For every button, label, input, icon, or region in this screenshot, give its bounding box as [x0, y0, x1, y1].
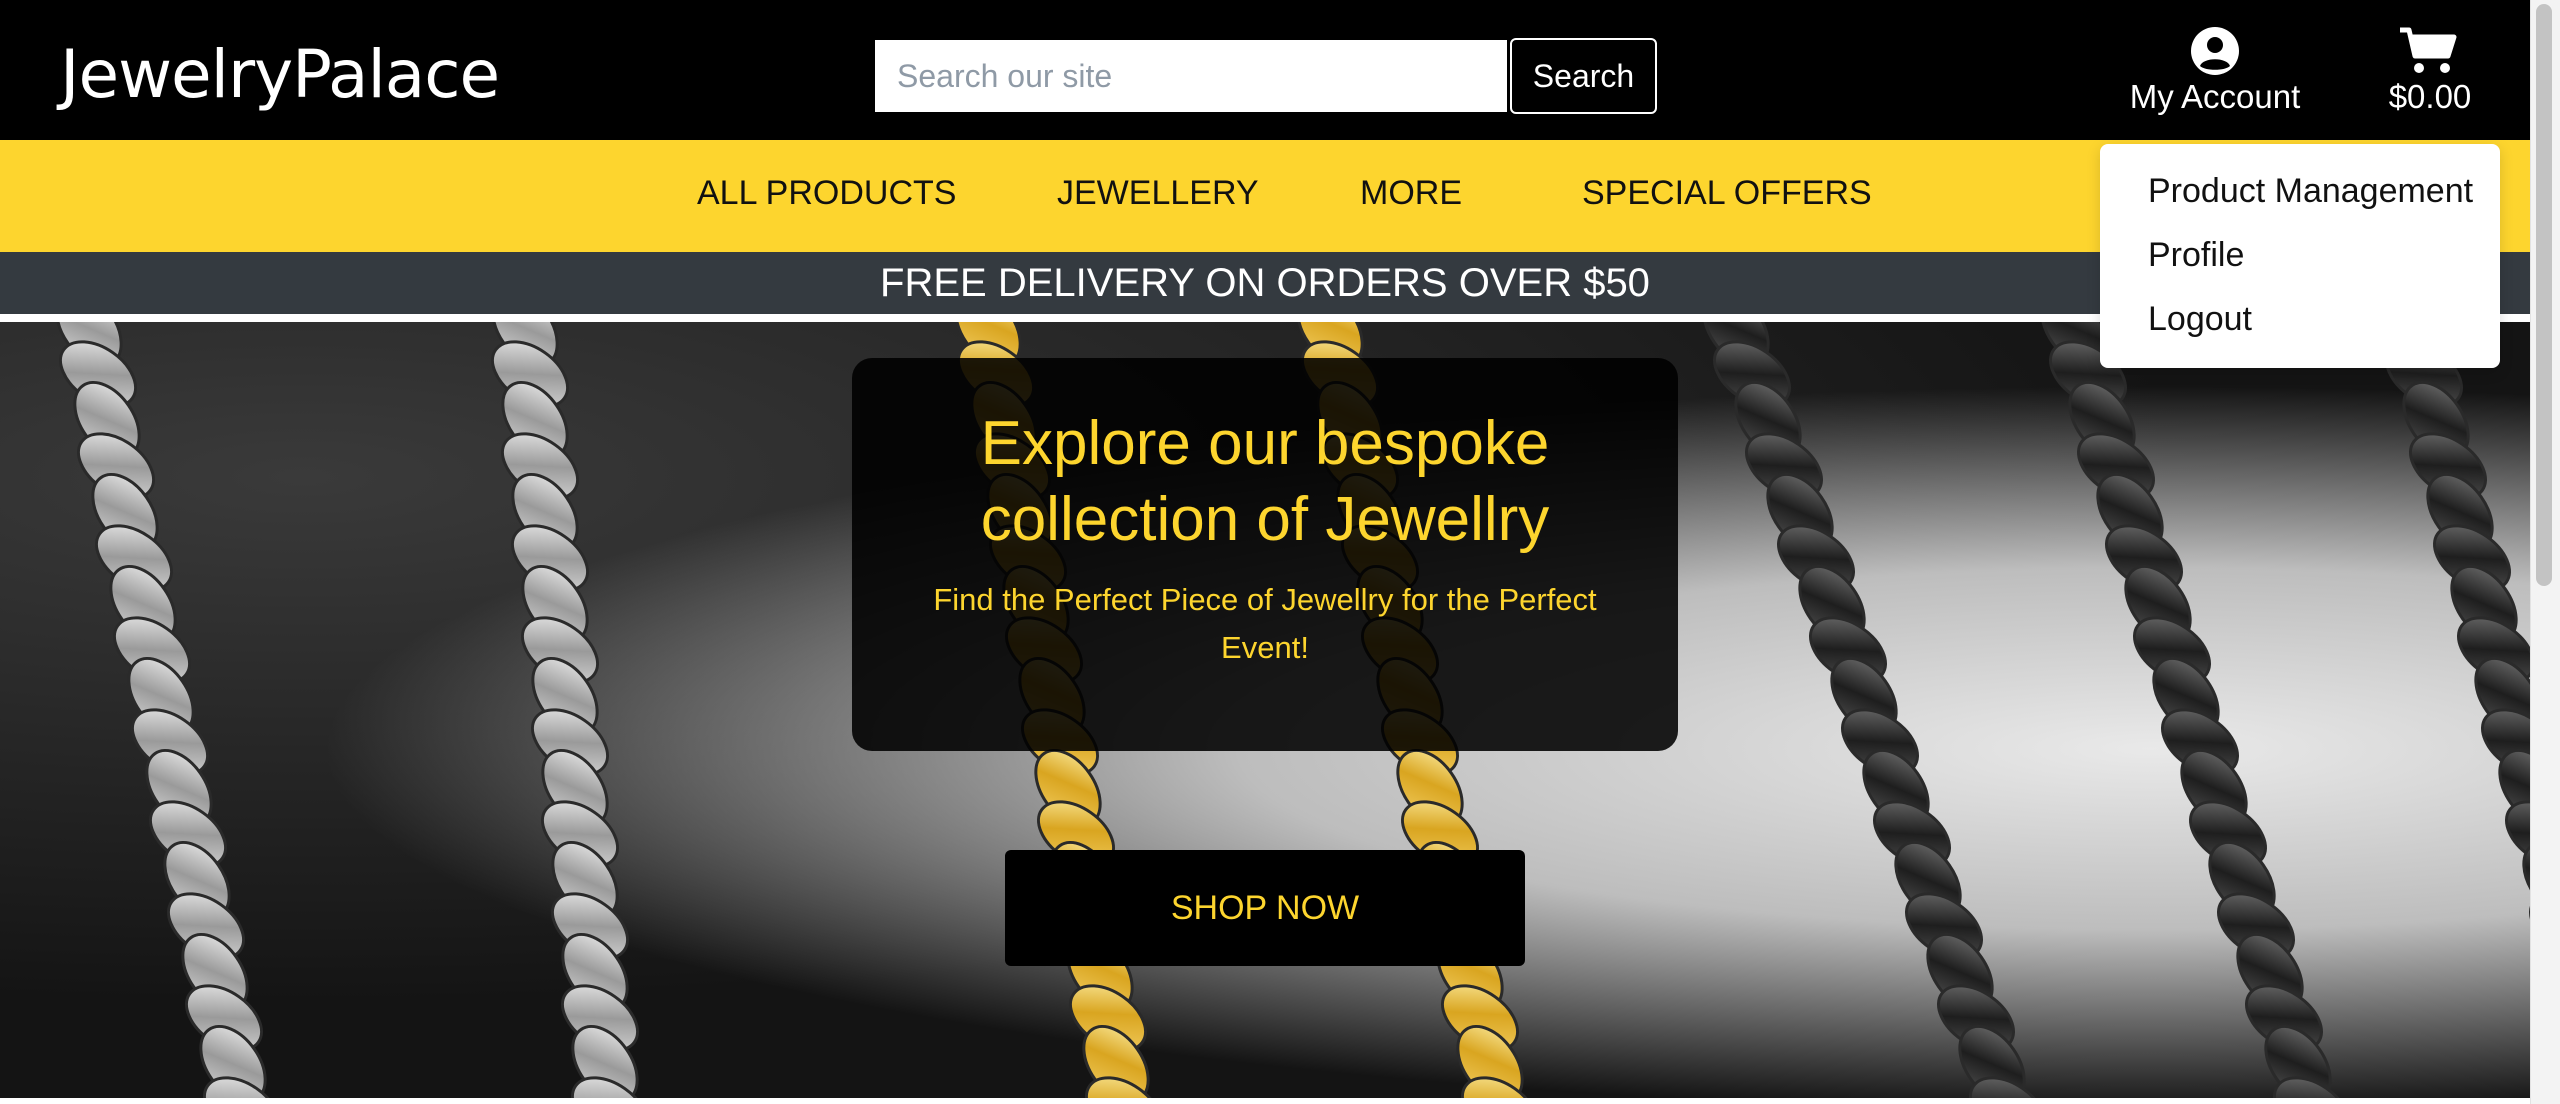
page-scrollbar-thumb[interactable]: [2536, 4, 2552, 586]
menu-item-logout[interactable]: Logout: [2148, 300, 2252, 339]
site-header: JewelryPalace Search My Account $0.00: [0, 0, 2530, 140]
cart-total: $0.00: [2388, 78, 2472, 115]
hero-subtitle: Find the Perfect Piece of Jewellry for t…: [933, 582, 1597, 665]
search-button[interactable]: Search: [1510, 38, 1657, 114]
site-logo[interactable]: JewelryPalace: [60, 36, 500, 113]
account-dropdown-menu: Product Management Profile Logout: [2100, 144, 2500, 368]
menu-item-product-management[interactable]: Product Management: [2148, 172, 2473, 211]
nav-item-more[interactable]: MORE: [1360, 174, 1462, 213]
hero-card: Explore our bespoke collection of Jewell…: [852, 358, 1678, 751]
hero-section: Explore our bespoke collection of Jewell…: [0, 322, 2530, 1098]
chain-link-shape: [2529, 892, 2530, 960]
shop-now-button[interactable]: SHOP NOW: [1005, 850, 1525, 966]
my-account-label: My Account: [2129, 78, 2301, 115]
divider: [0, 1098, 2530, 1104]
cart-link[interactable]: $0.00: [2370, 26, 2490, 122]
my-account-link[interactable]: My Account: [2120, 26, 2310, 122]
nav-item-jewellery[interactable]: JEWELLERY: [1057, 174, 1259, 213]
menu-item-profile[interactable]: Profile: [2148, 236, 2244, 275]
shopping-cart-icon: [2400, 27, 2457, 73]
user-circle-icon: [2191, 27, 2239, 75]
nav-item-all-products[interactable]: ALL PRODUCTS: [697, 174, 956, 213]
nav-item-special-offers[interactable]: SPECIAL OFFERS: [1582, 174, 1872, 213]
hero-title: Explore our bespoke collection of Jewell…: [980, 409, 1550, 554]
search-input[interactable]: [875, 40, 1507, 112]
